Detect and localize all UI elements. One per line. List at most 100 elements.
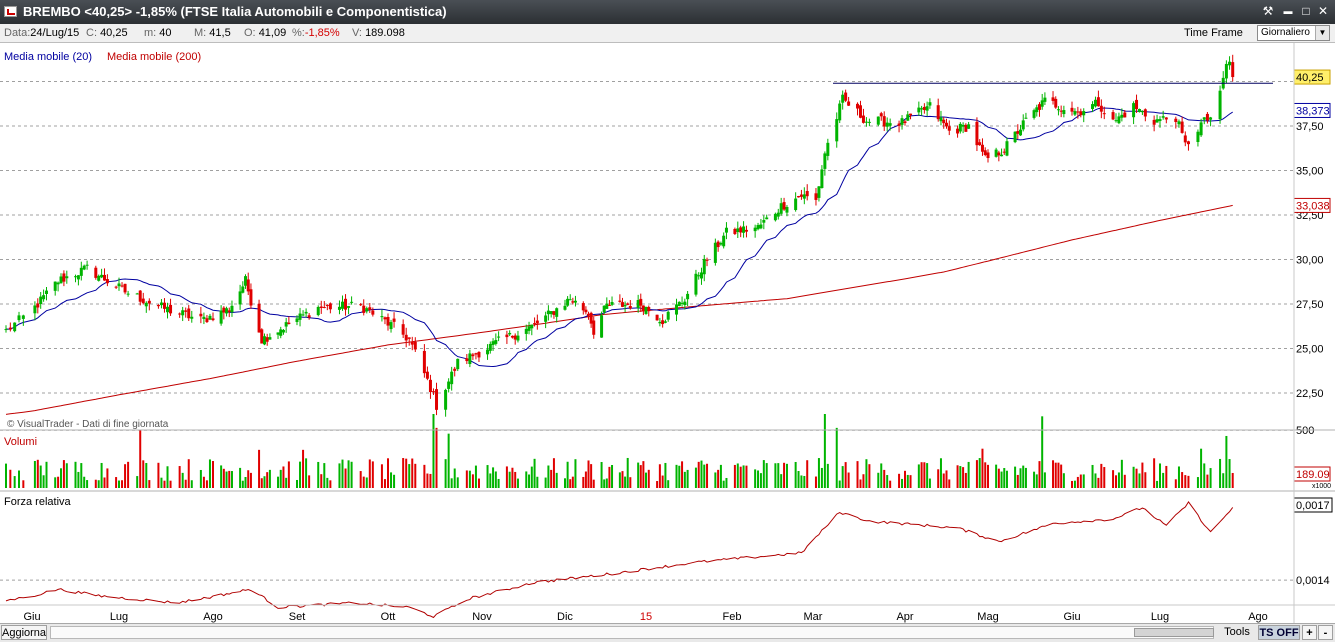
volume-bar <box>898 473 901 488</box>
candle-body <box>117 283 121 287</box>
volume-bar <box>856 461 859 488</box>
candle-body <box>425 371 429 379</box>
min-readout: m: 40 <box>144 27 172 39</box>
minimize-icon[interactable]: ▬ <box>1280 4 1296 19</box>
candle-body <box>1051 97 1055 101</box>
candle-body <box>666 311 670 320</box>
candle-body <box>1132 103 1136 118</box>
volume-bar <box>62 460 65 488</box>
volume-bar <box>426 473 429 488</box>
volume-bar <box>1225 435 1228 488</box>
candle-body <box>1196 131 1200 142</box>
volume-bar <box>759 473 762 488</box>
zoom-out-button[interactable]: - <box>1318 625 1333 640</box>
volume-bar <box>263 476 266 488</box>
candle-body <box>647 307 651 312</box>
volume-bar <box>106 468 109 488</box>
scrollbar-thumb[interactable] <box>1134 628 1214 637</box>
candle-body <box>17 315 21 321</box>
candle-body <box>428 379 432 393</box>
volume-bar <box>736 463 739 488</box>
volume-bar <box>148 480 151 488</box>
zoom-in-button[interactable]: + <box>1302 625 1317 640</box>
price-axis-label: 30,00 <box>1296 255 1324 267</box>
volume-bar <box>287 461 290 488</box>
volume-bar <box>347 460 350 488</box>
candle-body <box>994 149 998 157</box>
candle-body <box>389 322 393 330</box>
volume-bar <box>362 476 365 488</box>
candle-body <box>450 371 454 385</box>
candle-body <box>705 259 709 261</box>
volume-bar <box>380 464 383 488</box>
volume-bar <box>326 477 329 488</box>
date-readout: Data:24/Lug/15 <box>4 27 80 39</box>
candle-body <box>618 300 622 302</box>
horizontal-scrollbar[interactable] <box>50 626 1214 639</box>
volume-bar <box>408 464 411 488</box>
volume-bar <box>277 476 280 488</box>
candle-body <box>238 291 242 305</box>
volume-bar <box>456 477 459 488</box>
watermark: © VisualTrader - Dati di fine giornata <box>7 419 169 430</box>
candle-body <box>494 340 498 344</box>
volume-bar <box>1038 461 1041 488</box>
volume-bar <box>435 427 438 488</box>
volume-bar <box>1071 480 1073 488</box>
volume-bar <box>371 461 374 488</box>
timeframe-select[interactable]: Giornaliero ▼ <box>1257 25 1330 41</box>
candle-body <box>135 293 139 295</box>
x-axis-label: Dic <box>557 611 573 623</box>
candle-body <box>1202 117 1206 120</box>
tools-button[interactable]: Tools <box>1218 625 1256 640</box>
candle-body <box>45 290 48 294</box>
candle-body <box>268 337 272 340</box>
volume-bar <box>714 472 717 488</box>
candle-body <box>802 194 806 199</box>
candle-body <box>85 264 89 266</box>
volume-bar <box>683 471 686 488</box>
volume-bar <box>865 459 868 488</box>
candle-body <box>301 314 305 316</box>
candle-body <box>530 324 534 329</box>
chart-area[interactable]: 22,5025,0027,5030,0032,5035,0037,5040,25… <box>0 43 1335 623</box>
candle-body <box>838 103 842 121</box>
volume-bar <box>754 469 757 488</box>
candle-body <box>103 274 106 281</box>
volume-bar <box>926 463 929 488</box>
volume-bar <box>212 461 214 488</box>
candle-body <box>658 321 662 324</box>
chevron-down-icon[interactable]: ▼ <box>1315 26 1329 40</box>
volume-bar <box>317 461 320 488</box>
candle-body <box>844 92 848 101</box>
refresh-button[interactable]: Aggiorna <box>1 625 47 640</box>
candle-body <box>1199 122 1203 136</box>
volume-bar <box>22 480 25 488</box>
volume-bar <box>136 476 139 488</box>
candle-body <box>1155 119 1159 123</box>
candle-body <box>488 343 492 351</box>
ts-off-button[interactable]: TS OFF <box>1258 625 1300 640</box>
candle-body <box>444 389 448 410</box>
candle-body <box>817 186 821 198</box>
candle-body <box>169 304 173 314</box>
candle-body <box>820 169 824 189</box>
candle-body <box>1043 97 1047 102</box>
volume-bar <box>100 462 103 488</box>
volume-bar <box>536 476 539 488</box>
volume-bar <box>18 470 20 488</box>
tools-icon[interactable]: ⚒ <box>1260 4 1276 19</box>
candle-body <box>1143 109 1147 117</box>
volume-bar <box>1094 473 1097 488</box>
volume-bar <box>1138 473 1141 488</box>
maximize-icon[interactable]: □ <box>1298 4 1314 19</box>
volume-bar <box>208 459 211 488</box>
candle-body <box>641 305 645 312</box>
ma200-value-tag: 33,038 <box>1296 200 1330 212</box>
volume-bar <box>611 464 614 488</box>
candle-body <box>246 279 250 292</box>
x-axis-label: Ott <box>381 611 396 623</box>
volume-bar <box>1196 477 1199 488</box>
volume-bar <box>474 465 477 488</box>
close-icon[interactable]: ✕ <box>1315 4 1331 19</box>
